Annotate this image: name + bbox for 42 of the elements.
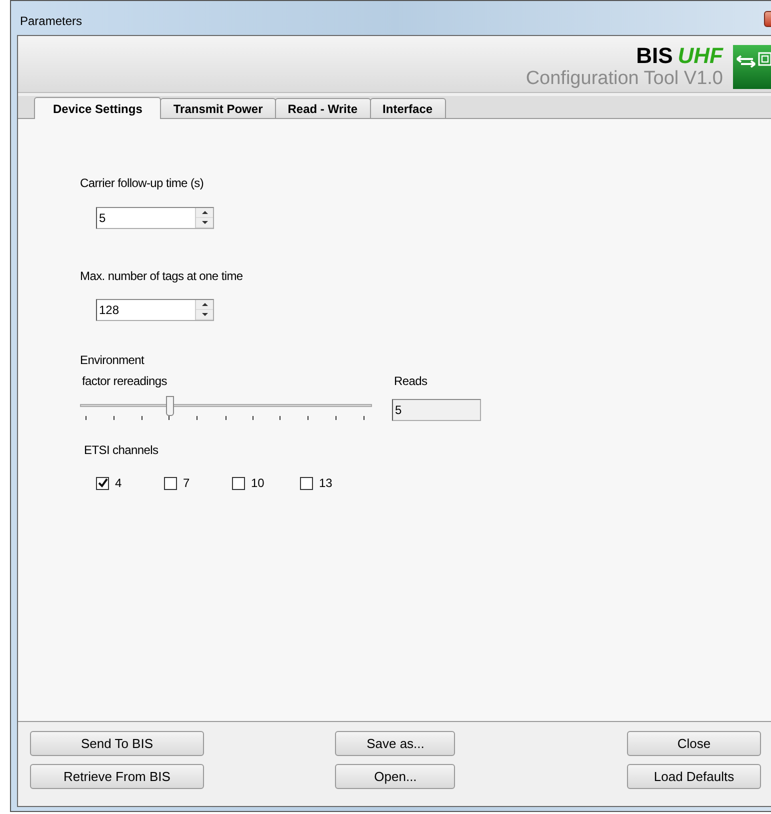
up-triangle-icon (200, 301, 210, 308)
dialog-button[interactable]: Send To BIS (30, 731, 204, 756)
spin-box[interactable]: 128 (96, 299, 214, 321)
tab[interactable]: Interface (370, 98, 446, 118)
slider-thumb[interactable] (166, 396, 174, 416)
dialog-button[interactable]: Save as... (335, 731, 456, 756)
window-title: Parameters (20, 13, 82, 30)
field-label: Carrier follow-up time (s) (80, 175, 205, 192)
spin-box[interactable]: 5 (96, 207, 214, 229)
dialog-button[interactable]: Load Defaults (627, 764, 761, 789)
slider-label: factor rereadings (82, 373, 168, 390)
tab[interactable]: Device Settings (34, 97, 162, 119)
checkbox-label: 10 (251, 475, 264, 492)
spin-down-button[interactable] (196, 218, 213, 228)
dialog-button[interactable]: Retrieve From BIS (30, 764, 204, 789)
field-label: Max. number of tags at one time (80, 268, 244, 285)
section-label: Environment (80, 352, 146, 369)
dialog-button[interactable]: Open... (335, 764, 456, 789)
down-triangle-icon (200, 219, 210, 226)
spin-up-button[interactable] (196, 208, 213, 218)
slider[interactable] (80, 399, 372, 423)
checkbox[interactable] (96, 476, 109, 490)
checkbox-label: 4 (115, 475, 122, 492)
dialog-button[interactable]: Close (627, 731, 761, 756)
checkbox-label: 13 (319, 475, 332, 492)
reads-field[interactable]: 5 (392, 399, 481, 421)
checkbox[interactable] (300, 476, 313, 490)
brand-name: BIS (636, 45, 673, 67)
logo-icon (733, 45, 771, 89)
down-triangle-icon (200, 311, 210, 318)
spin-down-button[interactable] (196, 310, 213, 320)
field-label: Reads (394, 373, 428, 390)
spin-up-button[interactable] (196, 300, 213, 310)
tab[interactable]: Read - Write (274, 98, 371, 118)
app-subtitle: Configuration Tool V1.0 (526, 67, 723, 91)
checkbox[interactable] (164, 476, 177, 490)
tab[interactable]: Transmit Power (160, 98, 276, 118)
checkbox-label: 7 (183, 475, 190, 492)
up-triangle-icon (200, 209, 210, 216)
brand-suffix: UHF (678, 45, 723, 67)
section-label: ETSI channels (84, 442, 160, 459)
checkbox[interactable] (232, 476, 245, 490)
